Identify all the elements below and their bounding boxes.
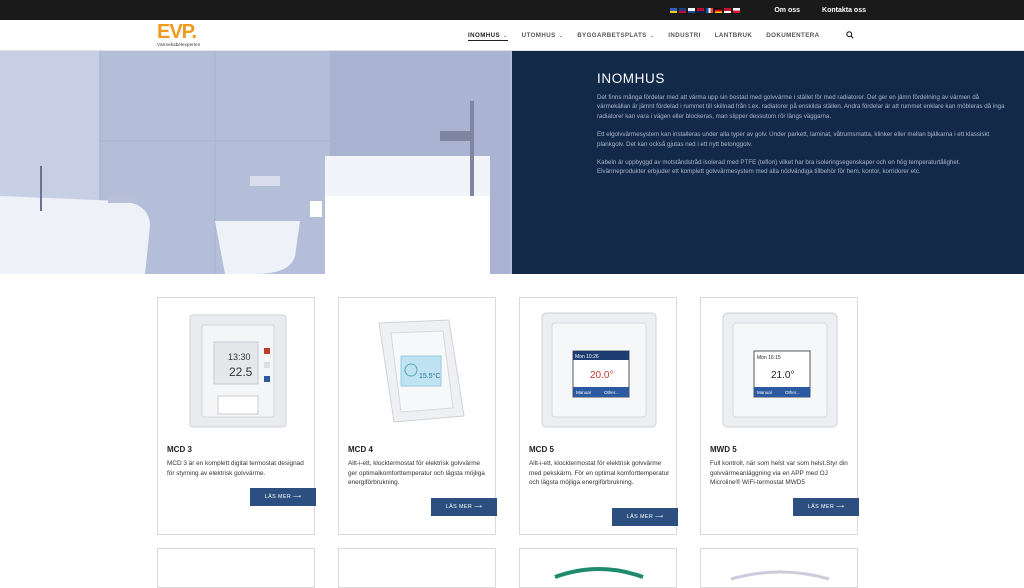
chevron-down-icon: ⌄ <box>558 32 564 39</box>
card-title: MCD 4 <box>348 445 373 454</box>
menu: INOMHUS ⌄ UTOMHUS ⌄ BYGGARBETSPLATS ⌄ IN… <box>468 20 819 51</box>
product-card[interactable] <box>338 548 496 588</box>
no-flag[interactable] <box>697 7 705 13</box>
chevron-down-icon: ⌄ <box>649 32 655 39</box>
screen-button: Manual <box>576 390 591 395</box>
about-link[interactable]: Om oss <box>774 7 800 14</box>
nav-label: BYGGARBETSPLATS <box>577 32 647 39</box>
fi-flag[interactable] <box>688 7 696 13</box>
card-desc: MCD 3 är en komplett digital termostat d… <box>167 460 304 477</box>
se-flag[interactable] <box>670 7 678 13</box>
product-card[interactable]: 15.5°C MCD 4 Allt-i-ett, klocktermostat … <box>338 297 497 535</box>
nav-label: LANTBRUK <box>714 32 753 39</box>
logo-mark: EVP. <box>157 21 197 43</box>
contact-link[interactable]: Kontakta oss <box>822 7 866 14</box>
mcd3-thermostat-image: 13:30 22.5 <box>189 314 287 428</box>
chevron-down-icon: ⌄ <box>503 32 508 39</box>
read-more-button[interactable]: LÄS MER ⟶ <box>612 508 678 526</box>
hero-title: INOMHUS <box>597 71 665 86</box>
nav-label: UTOMHUS <box>521 32 556 39</box>
product-card[interactable]: Mon 10:26 20.0° Manual Other... MCD 5 Al… <box>519 297 678 535</box>
dk-flag[interactable] <box>724 7 732 13</box>
logo[interactable]: EVP. Värmekabelexperten <box>157 22 200 47</box>
product-card[interactable] <box>519 548 677 588</box>
fr-flag[interactable] <box>706 7 714 13</box>
mcd5-thermostat-image: Mon 10:26 20.0° Manual Other... <box>541 312 657 428</box>
product-card[interactable] <box>157 548 315 588</box>
hero-paragraph: Kabeln är uppbyggd av motståndstråd isol… <box>597 159 961 176</box>
product-card[interactable]: 13:30 22.5 MCD 3 MCD 3 är en komplett di… <box>157 297 316 535</box>
card-desc: Allt-i-ett, klocktermostat för elektrisk… <box>529 460 670 487</box>
read-more-button[interactable]: LÄS MER ⟶ <box>431 498 497 516</box>
card-title: MCD 3 <box>167 445 192 454</box>
main-nav: EVP. Värmekabelexperten INOMHUS ⌄ UTOMHU… <box>0 20 1024 51</box>
heating-cable-image <box>554 567 644 579</box>
hero-paragraph: Ett elgolvvärmesystem kan installeras un… <box>597 131 990 148</box>
product-grid-row-2 <box>157 548 858 588</box>
nav-item-inomhus[interactable]: INOMHUS ⌄ <box>468 20 508 51</box>
screen-temp: 21.0° <box>771 370 794 381</box>
screen-temp: 22.5 <box>229 365 253 379</box>
screen-button: Other... <box>785 390 800 395</box>
pl-flag[interactable] <box>733 7 741 13</box>
heating-mat-image <box>730 570 830 581</box>
read-more-button[interactable]: LÄS MER ⟶ <box>793 498 859 516</box>
nav-label: DOKUMENTERA <box>766 32 820 39</box>
product-card[interactable] <box>700 548 858 588</box>
mwd5-thermostat-image: Mon 16:15 21.0° Manual Other... <box>722 312 838 428</box>
screen-time: 13:30 <box>228 352 251 362</box>
screen-button: Manual <box>757 390 772 395</box>
logo-tagline: Värmekabelexperten <box>157 42 201 47</box>
gb-flag[interactable] <box>679 7 687 13</box>
search-icon[interactable] <box>846 31 854 39</box>
screen-temp: 20.0° <box>590 370 613 381</box>
screen-temp: 15.5°C <box>419 372 440 380</box>
language-flags <box>670 7 741 13</box>
nav-item-industri[interactable]: INDUSTRI <box>668 20 700 51</box>
card-desc: Allt-i-ett, klocktermostat för elektrisk… <box>348 460 485 487</box>
hero-paragraph: Det finns många fördelar med att värma u… <box>597 94 1005 120</box>
hero: INOMHUS Det finns många fördelar med att… <box>0 51 1024 274</box>
nav-item-lantbruk[interactable]: LANTBRUK <box>715 20 753 51</box>
screen-time: Mon 10:26 <box>575 354 599 360</box>
nav-item-dokumentera[interactable]: DOKUMENTERA <box>766 20 819 51</box>
nav-item-byggarbetsplats[interactable]: BYGGARBETSPLATS ⌄ <box>577 20 654 51</box>
hero-text: Det finns många fördelar med att värma u… <box>597 93 1007 186</box>
card-desc: Full kontroll, när som helst var som hel… <box>710 460 848 487</box>
nav-label: INDUSTRI <box>668 32 701 39</box>
hero-panel: INOMHUS Det finns många fördelar med att… <box>512 51 1024 274</box>
card-title: MCD 5 <box>529 445 554 454</box>
top-bar: Om oss Kontakta oss <box>0 0 1024 20</box>
screen-time: Mon 16:15 <box>757 355 781 361</box>
mcd4-thermostat-image: 15.5°C <box>378 319 465 423</box>
product-card[interactable]: Mon 16:15 21.0° Manual Other... MWD 5 Fu… <box>700 297 859 535</box>
nav-item-utomhus[interactable]: UTOMHUS ⌄ <box>522 20 564 51</box>
product-grid: 13:30 22.5 MCD 3 MCD 3 är en komplett di… <box>157 297 859 535</box>
card-title: MWD 5 <box>710 445 737 454</box>
bathroom-image <box>0 51 512 274</box>
nav-label: INOMHUS <box>468 32 501 39</box>
screen-button: Other... <box>604 390 619 395</box>
de-flag[interactable] <box>715 7 723 13</box>
read-more-button[interactable]: LÄS MER ⟶ <box>250 488 316 506</box>
